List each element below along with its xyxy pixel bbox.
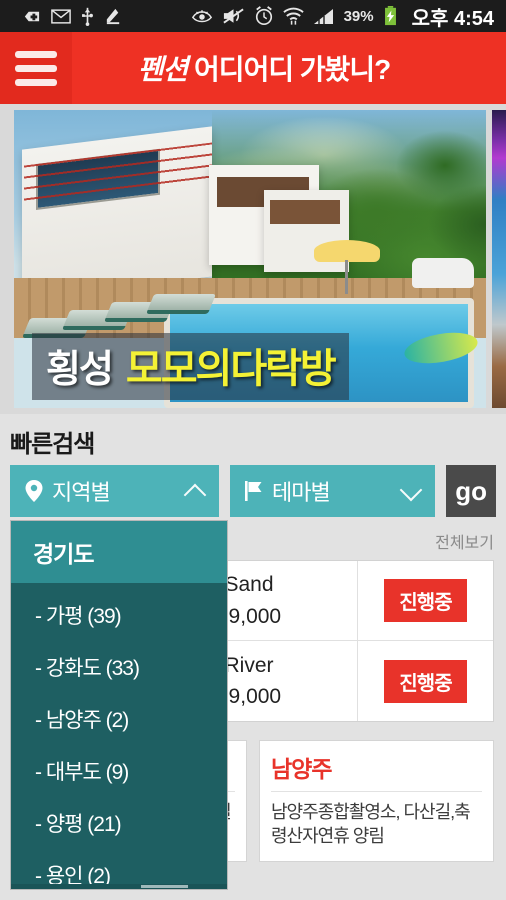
page-title: 펜션 어디어디 가봤니? xyxy=(72,48,506,88)
usb-icon xyxy=(81,6,94,26)
banner-van xyxy=(412,258,474,288)
table-cell-status: 진행중 xyxy=(358,641,493,721)
region-dropdown-item[interactable]: - 강화도 (33) xyxy=(11,641,227,693)
status-badge[interactable]: 진행중 xyxy=(384,579,467,622)
banner-caption: 횡성 모모의다락방 xyxy=(32,333,349,400)
download-plus-icon xyxy=(22,7,41,26)
quick-search-controls: 지역별 테마별 go xyxy=(0,465,506,517)
wifi-icon xyxy=(282,7,304,25)
region-select[interactable]: 지역별 xyxy=(10,465,219,517)
theme-select-label: 테마별 xyxy=(272,480,331,505)
view-all-link[interactable]: 전체보기 xyxy=(435,529,494,553)
region-dropdown-item[interactable]: - 가평 (39) xyxy=(11,589,227,641)
banner-umbrella xyxy=(314,240,380,294)
lounge-chair xyxy=(145,294,217,314)
location-pin-icon xyxy=(22,479,46,503)
eye-icon xyxy=(191,9,213,24)
app-title-rest: 어디어디 가봤니? xyxy=(194,54,391,85)
clock-label: 오후 4:54 xyxy=(411,7,494,30)
status-bar-right-icons: 39% 오후 4:54 xyxy=(191,2,498,31)
email-icon xyxy=(51,8,71,24)
region-card-title: 남양주 xyxy=(271,750,482,792)
chevron-down-icon xyxy=(401,480,423,502)
status-bar-left-icons xyxy=(8,6,123,26)
chevron-up-icon xyxy=(185,480,207,502)
region-dropdown-group-title: 경기도 xyxy=(11,521,227,583)
hamburger-line xyxy=(15,64,57,72)
promo-banner-slide[interactable]: 횡성 모모의다락방 xyxy=(14,110,486,408)
region-dropdown-scrollbar[interactable] xyxy=(11,884,227,889)
alarm-clock-icon xyxy=(254,6,274,26)
banner-pension-name: 모모의다락방 xyxy=(125,347,337,391)
sound-mute-icon xyxy=(222,7,245,25)
hamburger-menu-icon[interactable] xyxy=(0,32,72,104)
region-dropdown-panel[interactable]: 경기도 - 가평 (39) - 강화도 (33) - 남양주 (2) - 대부도… xyxy=(10,520,228,890)
cleaner-icon xyxy=(104,7,123,26)
signal-bars-icon xyxy=(313,8,335,25)
go-button[interactable]: go xyxy=(446,465,496,517)
promo-banner-carousel[interactable]: 횡성 모모의다락방 xyxy=(0,104,506,414)
region-dropdown-item[interactable]: - 양평 (21) xyxy=(11,797,227,849)
region-dropdown-item[interactable]: - 남양주 (2) xyxy=(11,693,227,745)
app-header: 펜션 어디어디 가봤니? xyxy=(0,32,506,104)
battery-percent-label: 39% xyxy=(343,7,374,25)
theme-select[interactable]: 테마별 xyxy=(230,465,436,517)
region-dropdown-item[interactable]: - 대부도 (9) xyxy=(11,745,227,797)
status-badge[interactable]: 진행중 xyxy=(384,659,467,703)
room-name: Sand xyxy=(224,573,274,596)
app-title-brand: 펜션 xyxy=(137,54,189,85)
status-bar: 39% 오후 4:54 xyxy=(0,0,506,32)
app-screen: 39% 오후 4:54 펜션 어디어디 가봤니? 횡성 모모의다락방 빠른검색 … xyxy=(0,0,506,900)
hamburger-line xyxy=(15,50,57,58)
battery-charging-icon xyxy=(383,6,398,26)
scrollbar-thumb[interactable] xyxy=(140,885,189,888)
table-cell-status: 진행중 xyxy=(358,561,493,640)
quick-search-heading: 빠른검색 xyxy=(10,431,95,458)
region-card[interactable]: 남양주 남양주종합촬영소, 다산길,축령산자연휴 양림 xyxy=(259,740,494,862)
region-dropdown-list: - 가평 (39) - 강화도 (33) - 남양주 (2) - 대부도 (9)… xyxy=(11,583,227,889)
room-name: River xyxy=(224,653,274,677)
region-card-description: 남양주종합촬영소, 다산길,축령산자연휴 양림 xyxy=(271,802,471,847)
banner-region-label: 횡성 xyxy=(46,349,114,391)
hamburger-line xyxy=(15,78,57,86)
region-select-label: 지역별 xyxy=(52,480,111,505)
promo-banner-next-slide[interactable] xyxy=(492,110,506,408)
flag-icon xyxy=(242,479,266,503)
